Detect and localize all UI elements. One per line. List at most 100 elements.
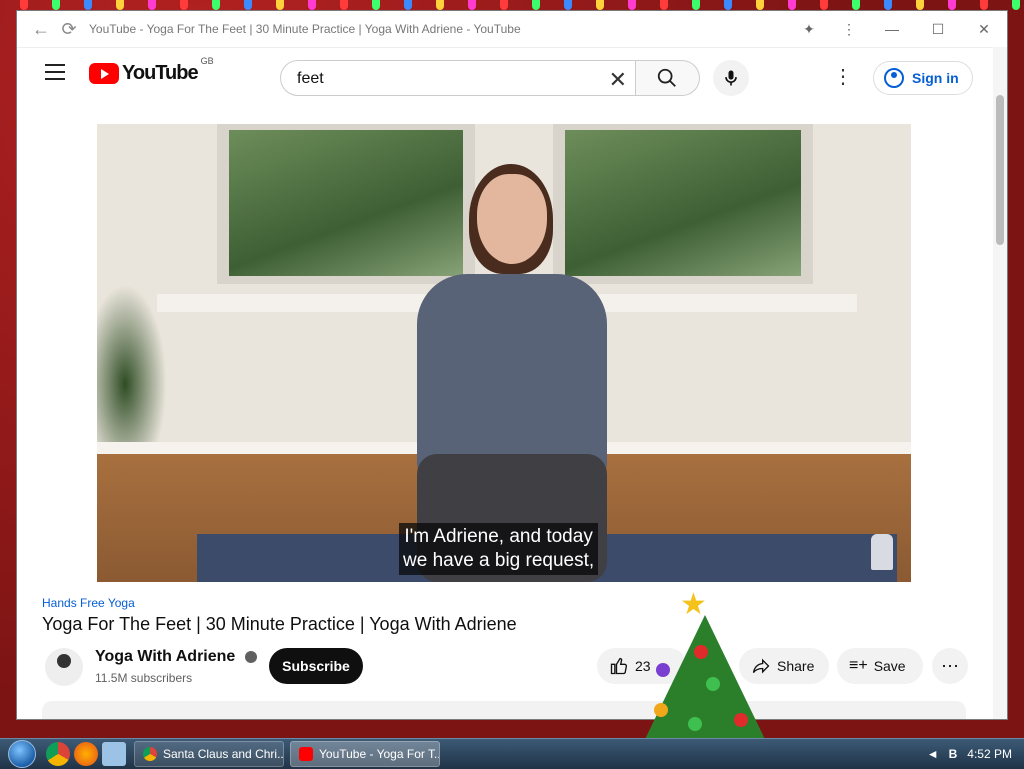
light-bulb-icon: [308, 0, 316, 10]
search-input[interactable]: feet ✕: [280, 60, 636, 96]
light-bulb-icon: [692, 0, 700, 10]
video-title: Yoga For The Feet | 30 Minute Practice |…: [42, 614, 517, 634]
channel-name-link[interactable]: Yoga With Adriene: [95, 648, 257, 666]
light-bulb-icon: [980, 0, 988, 10]
page-title: YouTube - Yoga For The Feet | 30 Minute …: [89, 22, 521, 36]
video-frame-dog: [871, 534, 893, 570]
taskbar-item-santa[interactable]: Santa Claus and Chri...: [134, 741, 284, 767]
light-bulb-icon: [916, 0, 924, 10]
youtube-play-icon: [89, 63, 119, 84]
light-bulb-icon: [148, 0, 156, 10]
search-icon: [657, 68, 676, 87]
light-bulb-icon: [788, 0, 796, 10]
description-box[interactable]: [42, 701, 966, 719]
channel-name: Yoga With Adriene: [95, 648, 236, 665]
tray-app-icon[interactable]: B: [949, 747, 958, 761]
light-bulb-icon: [532, 0, 540, 10]
light-bulb-icon: [852, 0, 860, 10]
subscribe-button[interactable]: Subscribe: [269, 648, 363, 684]
browser-menu-icon[interactable]: ⋮: [829, 21, 869, 38]
sign-in-button[interactable]: Sign in: [873, 61, 973, 95]
caption-line-2: we have a big request,: [403, 550, 595, 571]
voice-search-button[interactable]: [713, 60, 749, 96]
verified-icon: [244, 650, 257, 663]
extensions-icon[interactable]: ✦: [789, 21, 829, 38]
light-bulb-icon: [180, 0, 188, 10]
youtube-header: YouTube GB feet ✕ ⋮ Sign in: [17, 48, 1007, 100]
video-frame-window-left: [217, 124, 475, 284]
light-bulb-icon: [340, 0, 348, 10]
browser-window: ← ⟳ YouTube - Yoga For The Feet | 30 Min…: [16, 10, 1008, 720]
christmas-lights: [0, 0, 1024, 10]
reload-icon[interactable]: ⟳: [59, 19, 79, 40]
star-icon: ★: [680, 588, 707, 621]
light-bulb-icon: [84, 0, 92, 10]
chrome-icon[interactable]: [46, 742, 70, 766]
light-bulb-icon: [212, 0, 220, 10]
region-code: GB: [200, 56, 214, 66]
maximize-icon[interactable]: ☐: [915, 21, 961, 38]
light-bulb-icon: [564, 0, 572, 10]
light-bulb-icon: [244, 0, 252, 10]
firefox-icon[interactable]: [74, 742, 98, 766]
subscriber-count: 11.5M subscribers: [95, 671, 193, 685]
task-label: YouTube - Yoga For T...: [319, 747, 440, 761]
playlist-add-icon: ≡+: [849, 657, 868, 674]
more-actions-button[interactable]: ⋯: [932, 648, 968, 684]
video-hashtag-link[interactable]: Hands Free Yoga: [42, 596, 135, 610]
search-button[interactable]: [636, 60, 700, 96]
save-label: Save: [873, 658, 906, 674]
clear-search-icon[interactable]: ✕: [609, 67, 627, 93]
light-bulb-icon: [116, 0, 124, 10]
ornament-icon: [706, 677, 720, 691]
chrome-icon: [143, 747, 157, 761]
ornament-icon: [734, 713, 748, 727]
caption-line-1: I'm Adriene, and today: [404, 526, 593, 547]
ornament-icon: [688, 717, 702, 731]
light-bulb-icon: [500, 0, 508, 10]
taskbar-item-youtube[interactable]: YouTube - Yoga For T...: [290, 741, 440, 767]
light-bulb-icon: [276, 0, 284, 10]
taskbar: Santa Claus and Chri... YouTube - Yoga F…: [0, 738, 1024, 769]
page-scrollbar[interactable]: [993, 47, 1007, 719]
light-bulb-icon: [884, 0, 892, 10]
light-bulb-icon: [436, 0, 444, 10]
settings-more-icon[interactable]: ⋮: [833, 64, 853, 89]
system-tray: ◄ B 4:52 PM: [927, 747, 1024, 761]
christmas-tree-decoration: ★: [630, 585, 780, 760]
account-icon: [884, 68, 904, 88]
light-bulb-icon: [20, 0, 28, 10]
save-button[interactable]: ≡+ Save: [837, 648, 923, 684]
channel-avatar[interactable]: [45, 648, 83, 686]
light-bulb-icon: [404, 0, 412, 10]
share-label: Share: [777, 658, 815, 674]
close-icon[interactable]: ✕: [961, 21, 1007, 38]
light-bulb-icon: [372, 0, 380, 10]
video-frame-person-head: [477, 174, 547, 264]
clock[interactable]: 4:52 PM: [967, 747, 1012, 761]
video-caption: I'm Adriene, and today we have a big req…: [399, 523, 599, 575]
youtube-logo[interactable]: YouTube GB: [89, 56, 214, 85]
light-bulb-icon: [596, 0, 604, 10]
tray-chevron-icon[interactable]: ◄: [927, 747, 939, 761]
hamburger-menu-icon[interactable]: [45, 64, 65, 80]
light-bulb-icon: [756, 0, 764, 10]
task-label: Santa Claus and Chri...: [163, 747, 284, 761]
start-button[interactable]: [0, 739, 44, 769]
computer-icon[interactable]: [102, 742, 126, 766]
video-player[interactable]: I'm Adriene, and today we have a big req…: [97, 124, 911, 582]
thumbs-up-icon: [610, 657, 628, 675]
video-frame-window-right: [553, 124, 813, 284]
light-bulb-icon: [820, 0, 828, 10]
scrollbar-thumb[interactable]: [996, 95, 1004, 245]
youtube-icon: [299, 747, 313, 761]
ornament-icon: [656, 663, 670, 677]
video-frame-person-body: [417, 274, 607, 474]
light-bulb-icon: [52, 0, 60, 10]
minimize-icon[interactable]: —: [869, 21, 915, 37]
ornament-icon: [654, 703, 668, 717]
back-arrow-icon[interactable]: ←: [31, 19, 51, 40]
search-bar: feet ✕: [280, 60, 700, 98]
light-bulb-icon: [724, 0, 732, 10]
light-bulb-icon: [1012, 0, 1020, 10]
